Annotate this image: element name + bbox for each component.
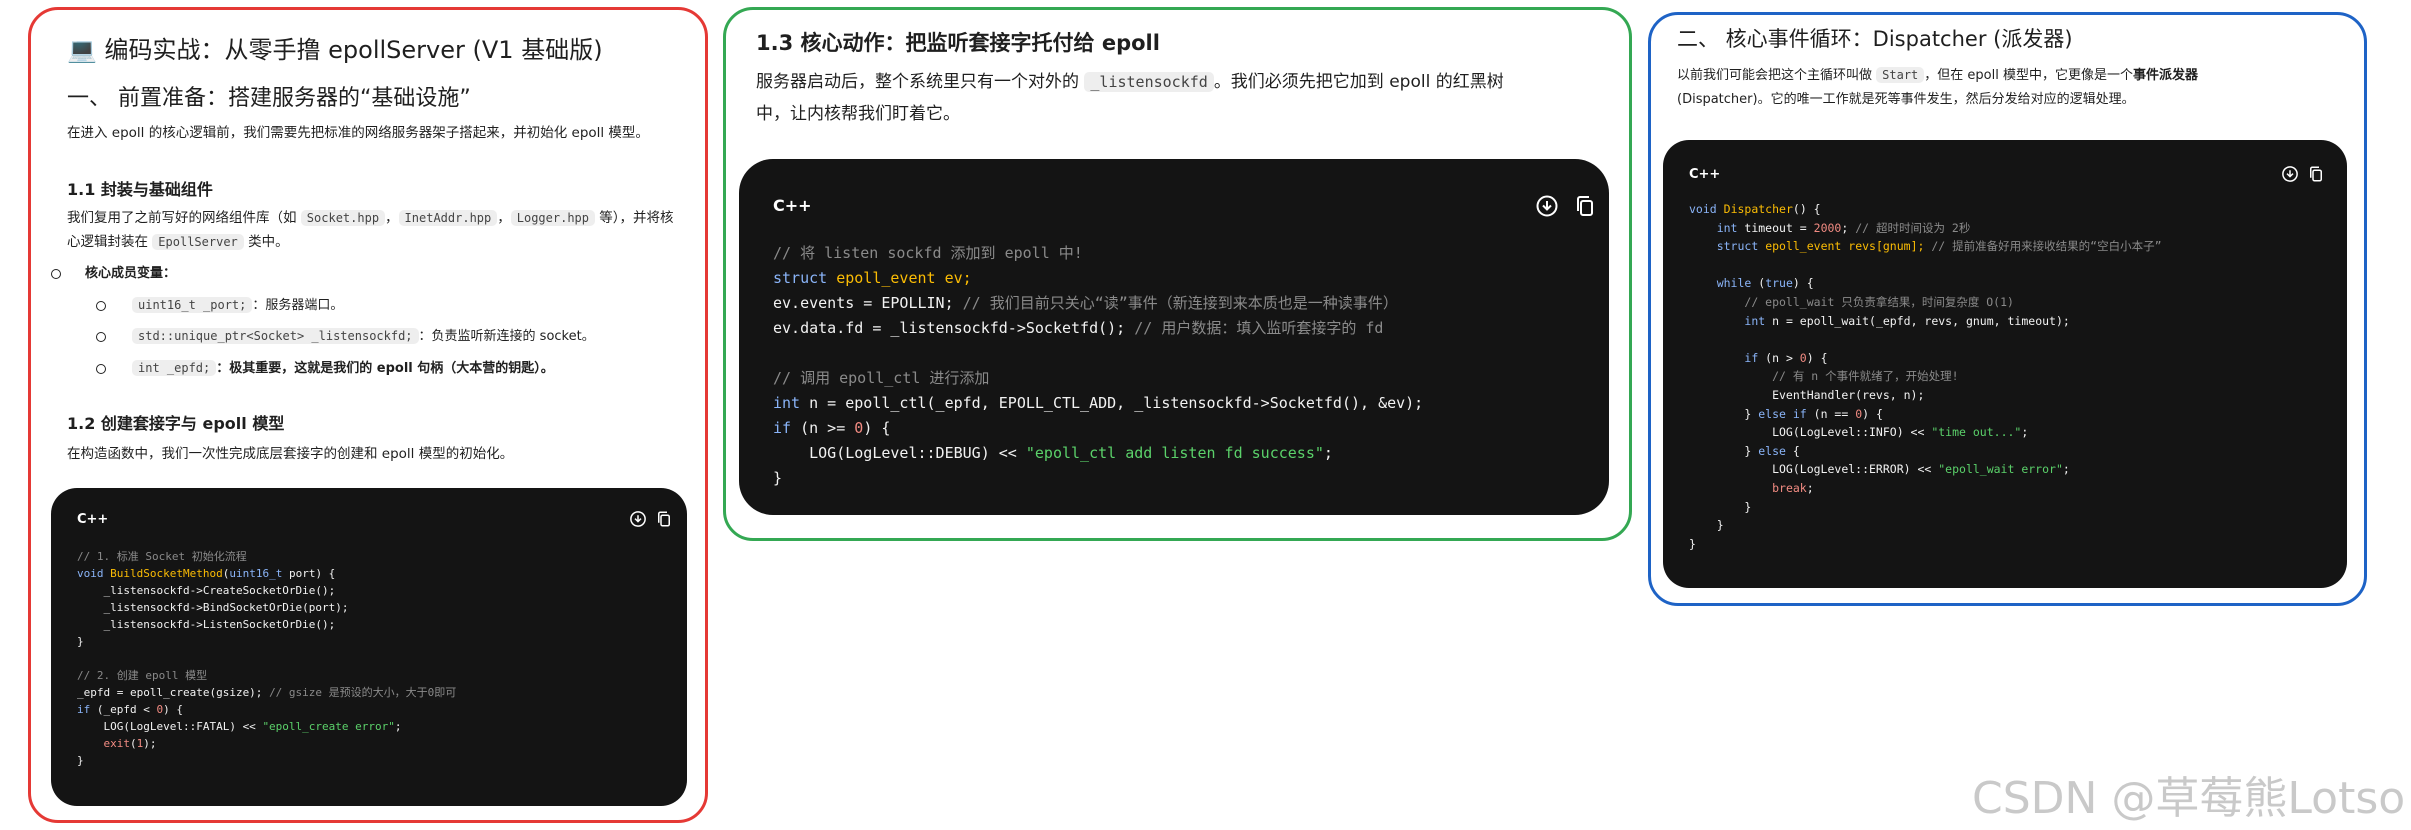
- members-list-label: 核心成员变量：: [51, 262, 176, 281]
- code-language-label: C++: [1689, 167, 1721, 182]
- title-text: 编码实战：从零手撸 epollServer (V1 基础版): [104, 36, 603, 64]
- subsection-heading-1-1: 1.1 封装与基础组件: [67, 180, 213, 199]
- code-content: // 1. 标准 Socket 初始化流程 void BuildSocketMe…: [77, 550, 457, 767]
- code-language-label: C++: [77, 512, 109, 527]
- code-block: C++ // 1. 标准 Socket 初始化流程 void BuildSock…: [51, 488, 687, 806]
- section-intro: 在进入 epoll 的核心逻辑前，我们需要先把标准的网络服务器架子搭起来，并初始…: [67, 125, 649, 141]
- section-heading: 一、 前置准备：搭建服务器的“基础设施”: [67, 86, 471, 111]
- download-icon[interactable]: [629, 510, 647, 528]
- panel-title: 💻 编码实战：从零手撸 epollServer (V1 基础版): [67, 30, 603, 65]
- panel-text: 服务器启动后，整个系统里只有一个对外的 _listensockfd 。我们必须先把…: [756, 72, 1504, 124]
- subsection-text-1-1: 我们复用了之前写好的网络组件库（如 Socket.hpp， InetAddr.hp…: [67, 210, 674, 250]
- code-block: C++ // 将 listen sockfd 添加到 epoll 中! stru…: [739, 159, 1609, 515]
- code-block: C++ void Dispatcher() { int timeout = 20…: [1663, 140, 2347, 588]
- panel-dispatcher: 二、 核心事件循环：Dispatcher (派发器) 以前我们可能会把这个主循环…: [1648, 12, 2367, 606]
- copy-icon[interactable]: [655, 510, 673, 528]
- laptop-icon: 💻: [67, 36, 97, 64]
- copy-icon[interactable]: [2307, 165, 2325, 183]
- code-content: void Dispatcher() { int timeout = 2000; …: [1689, 202, 2162, 551]
- download-icon[interactable]: [2281, 165, 2299, 183]
- panel-title: 1.3 核心动作：把监听套接字托付给 epoll: [756, 31, 1160, 55]
- panel-title: 二、 核心事件循环：Dispatcher (派发器): [1677, 27, 2073, 51]
- code-language-label: C++: [773, 196, 812, 215]
- member-item-epfd: int _epfd; ：极其重要，这就是我们的 epoll 句柄（大本营的钥匙）。: [96, 357, 554, 376]
- watermark: CSDN @草莓熊Lotso: [1972, 773, 2406, 824]
- download-icon[interactable]: [1535, 194, 1559, 218]
- panel-text: 以前我们可能会把这个主循环叫做 Start ，但在 epoll 模型中，它更像是一…: [1677, 67, 2198, 107]
- code-content: // 将 listen sockfd 添加到 epoll 中! struct e…: [773, 244, 1424, 487]
- member-item-listensockfd: std::unique_ptr<Socket> _listensockfd; ：负…: [96, 325, 595, 344]
- subsection-text-1-2: 在构造函数中，我们一次性完成底层套接字的创建和 epoll 模型的初始化。: [67, 446, 514, 462]
- subsection-heading-1-2: 1.2 创建套接字与 epoll 模型: [67, 414, 285, 433]
- member-item-port: uint16_t _port; ：服务器端口。: [96, 294, 343, 313]
- copy-icon[interactable]: [1573, 194, 1597, 218]
- panel-epoll-ctl: 1.3 核心动作：把监听套接字托付给 epoll 服务器启动后，整个系统里只有一…: [723, 7, 1632, 541]
- panel-epollserver-setup: 💻 编码实战：从零手撸 epollServer (V1 基础版) 一、 前置准备…: [28, 7, 708, 823]
